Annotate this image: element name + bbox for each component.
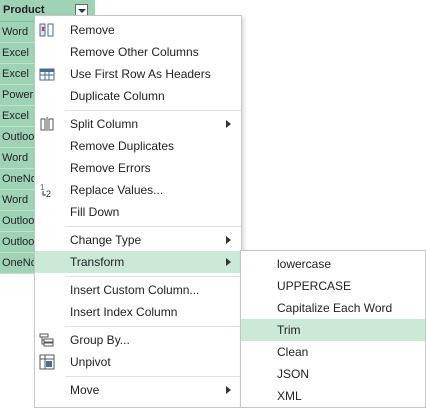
transform-submenu: lowercase UPPERCASE Capitalize Each Word…	[240, 250, 426, 408]
menu-separator	[65, 376, 241, 377]
menu-item-transform[interactable]: Transform	[35, 251, 241, 273]
menu-item-group-by[interactable]: Group By...	[35, 329, 241, 351]
menu-item-split-column[interactable]: Split Column	[35, 113, 241, 135]
menu-item-label: Remove Duplicates	[70, 139, 175, 153]
menu-item-label: Group By...	[70, 333, 130, 347]
menu-separator	[65, 326, 241, 327]
menu-item-insert-custom-column[interactable]: Insert Custom Column...	[35, 279, 241, 301]
menu-item-remove-duplicates[interactable]: Remove Duplicates	[35, 135, 241, 157]
menu-item-duplicate-column[interactable]: Duplicate Column	[35, 85, 241, 107]
column-context-menu: Remove Remove Other Columns Use First Ro…	[34, 15, 242, 408]
submenu-item-clean[interactable]: Clean	[241, 341, 425, 363]
split-column-icon	[39, 116, 55, 132]
menu-item-label: Transform	[70, 255, 125, 269]
menu-item-label: Unpivot	[70, 355, 111, 369]
submenu-item-label: XML	[277, 389, 302, 403]
submenu-item-json[interactable]: JSON	[241, 363, 425, 385]
menu-separator	[65, 276, 241, 277]
submenu-item-label: Capitalize Each Word	[277, 301, 393, 315]
menu-item-label: Split Column	[70, 117, 139, 131]
submenu-item-lowercase[interactable]: lowercase	[241, 253, 425, 275]
menu-item-replace-values[interactable]: 12 Replace Values...	[35, 179, 241, 201]
submenu-arrow-icon	[226, 236, 231, 244]
submenu-item-xml[interactable]: XML	[241, 385, 425, 407]
menu-item-label: Insert Custom Column...	[70, 283, 200, 297]
submenu-item-trim[interactable]: Trim	[241, 319, 425, 341]
submenu-arrow-icon	[226, 120, 231, 128]
submenu-item-label: JSON	[277, 367, 310, 381]
menu-item-label: Remove Other Columns	[70, 45, 199, 59]
submenu-arrow-icon	[226, 386, 231, 394]
menu-separator	[65, 226, 241, 227]
menu-item-label: Insert Index Column	[70, 305, 178, 319]
submenu-item-label: Trim	[277, 323, 301, 337]
menu-item-label: Duplicate Column	[70, 89, 165, 103]
menu-item-label: Move	[70, 383, 100, 397]
submenu-item-label: Clean	[277, 345, 309, 359]
remove-column-icon	[39, 22, 55, 38]
svg-text:1: 1	[40, 183, 45, 192]
unpivot-icon	[39, 354, 55, 370]
menu-item-label: Use First Row As Headers	[70, 67, 211, 81]
menu-item-move[interactable]: Move	[35, 379, 241, 401]
svg-text:2: 2	[46, 189, 51, 198]
menu-item-label: Fill Down	[70, 205, 120, 219]
menu-item-label: Remove Errors	[70, 161, 151, 175]
submenu-item-uppercase[interactable]: UPPERCASE	[241, 275, 425, 297]
submenu-arrow-icon	[226, 258, 231, 266]
submenu-item-label: lowercase	[277, 257, 332, 271]
menu-item-use-first-row-headers[interactable]: Use First Row As Headers	[35, 63, 241, 85]
menu-item-insert-index-column[interactable]: Insert Index Column	[35, 301, 241, 323]
menu-item-unpivot[interactable]: Unpivot	[35, 351, 241, 373]
menu-item-remove-other-columns[interactable]: Remove Other Columns	[35, 41, 241, 63]
submenu-item-label: UPPERCASE	[277, 279, 352, 293]
replace-values-icon: 12	[39, 182, 55, 199]
menu-item-remove-errors[interactable]: Remove Errors	[35, 157, 241, 179]
group-by-icon	[39, 332, 55, 348]
menu-separator	[65, 110, 241, 111]
menu-item-label: Remove	[70, 23, 115, 37]
menu-item-change-type[interactable]: Change Type	[35, 229, 241, 251]
table-header-icon	[39, 66, 55, 82]
menu-item-label: Change Type	[70, 233, 142, 247]
menu-item-label: Replace Values...	[70, 183, 164, 197]
menu-item-remove[interactable]: Remove	[35, 19, 241, 41]
menu-item-fill-down[interactable]: Fill Down	[35, 201, 241, 223]
submenu-item-capitalize-each-word[interactable]: Capitalize Each Word	[241, 297, 425, 319]
